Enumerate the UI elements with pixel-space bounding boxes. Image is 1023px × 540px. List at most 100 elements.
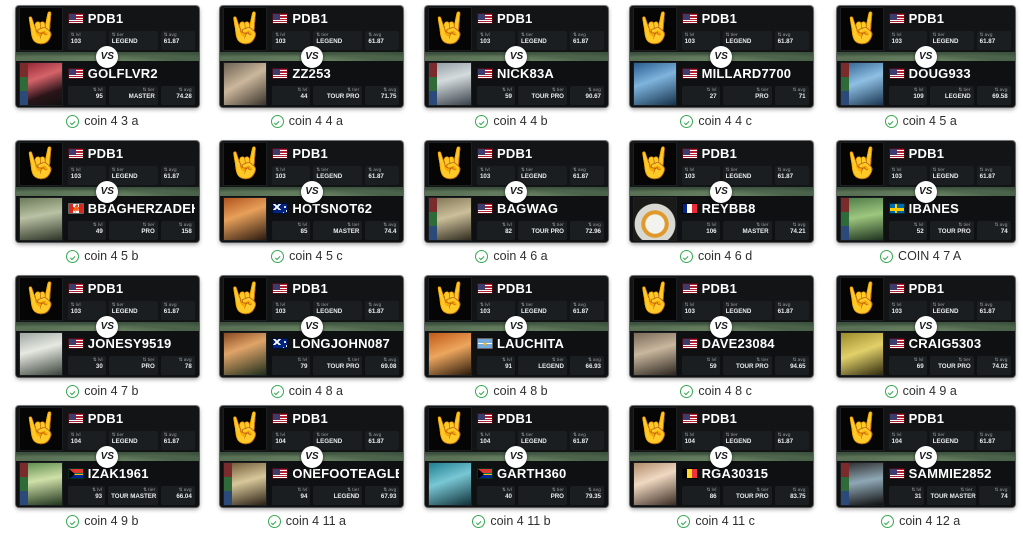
stat-avg-value: 69.58 [992,93,1008,100]
flag-us [681,68,698,79]
stat-avg-value: 83.75 [790,493,806,500]
vs-badge: VS [505,445,528,468]
skull-hand-icon: 🤘 [226,147,265,180]
vs-badge: VS [96,445,119,468]
matchup-cell: 🤘 PDB1 ⇅ lvl 103 ⇅ tier LEGEND ⇅ avg 61.87 DAVE2308… [614,270,819,400]
caption-text: coin 4 5 b [84,249,139,263]
stat-avg: ⇅ avg 90.67 [569,86,604,105]
skull-hand-icon: 🤘 [226,412,265,445]
player-name: PDB1 [908,281,945,296]
matchup-card[interactable]: 🤘 PDB1 ⇅ lvl 104 ⇅ tier LEGEND ⇅ avg 61.87 RGA30315… [629,406,813,507]
player-name: PDB1 [701,146,738,161]
player-name: PDB1 [908,11,945,26]
stat-lvl-value: 103 [684,173,695,180]
stat-lvl-value: 103 [70,38,82,45]
avatar-pdb1: 🤘 [427,277,472,321]
stat-tier-value: LEGEND [725,173,752,180]
check-circle-icon [475,114,489,128]
stat-avg: ⇅ avg 158 [160,221,195,240]
matchup-card[interactable]: 🤘 PDB1 ⇅ lvl 103 ⇅ tier LEGEND ⇅ avg 61.87 LAUCHITA… [424,276,608,377]
avatar-pdb1: 🤘 [427,7,472,51]
stat-tier: ⇅ tier TOUR MASTER [927,486,976,505]
stat-avg-value: 74 [1000,493,1008,500]
player-name: ZZ253 [292,66,331,81]
skull-hand-icon: 🤘 [431,12,469,45]
skull-hand-icon: 🤘 [842,147,881,180]
matchup-card[interactable]: 🤘 PDB1 ⇅ lvl 104 ⇅ tier LEGEND ⇅ avg 61.87 IZAK1961… [15,406,199,507]
stat-tier-value: PRO [755,93,769,100]
player-name: PDB1 [292,11,328,26]
flag-ar [476,338,493,349]
matchup-card[interactable]: 🤘 PDB1 ⇅ lvl 103 ⇅ tier LEGEND ⇅ avg 61.87 NICK83A ⇅… [424,6,608,107]
player-name: DAVE23084 [701,336,775,351]
matchup-cell: 🤘 PDB1 ⇅ lvl 103 ⇅ tier LEGEND ⇅ avg 61.87 IBANES ⇅ l… [818,135,1023,270]
stat-avg-value: 61.87 [163,173,180,180]
player-name: PDB1 [701,11,738,26]
stat-avg-value: 90.67 [585,93,601,100]
matchup-card[interactable]: 🤘 PDB1 ⇅ lvl 103 ⇅ tier LEGEND ⇅ avg 61.87 MILLARD7… [629,6,813,107]
check-circle-icon [475,384,489,398]
caption-text: coin 4 9 a [902,384,957,398]
stat-tier: ⇅ tier LEGEND [929,431,974,450]
caption-text: coin 4 4 a [288,114,343,128]
matchup-card[interactable]: 🤘 PDB1 ⇅ lvl 104 ⇅ tier LEGEND ⇅ avg 61.87 GARTH360… [424,406,608,507]
matchup-card[interactable]: 🤘 PDB1 ⇅ lvl 103 ⇅ tier LEGEND ⇅ avg 61.87 IBANES ⇅ l… [836,141,1015,242]
matchup-card[interactable]: 🤘 PDB1 ⇅ lvl 103 ⇅ tier LEGEND ⇅ avg 61.87 CRAIG530… [836,276,1015,377]
card-caption: coin 4 11 a [267,514,346,528]
stat-lvl-value: 27 [709,93,717,100]
matchup-card[interactable]: 🤘 PDB1 ⇅ lvl 103 ⇅ tier LEGEND ⇅ avg 61.87 BAGWAG ⇅ l… [424,141,608,242]
stat-avg: ⇅ avg 61.87 [160,166,195,185]
stat-avg: ⇅ avg 61.87 [160,301,195,320]
skull-hand-icon: 🤘 [22,282,60,315]
matchup-card[interactable]: 🤘 PDB1 ⇅ lvl 103 ⇅ tier LEGEND ⇅ avg 61.87 🍁 BBAGHER… [15,141,199,242]
flag-us [681,13,698,24]
card-caption: coin 4 6 d [679,249,752,263]
player-panel-bot: IZAK1961 ⇅ lvl 93 ⇅ tier TOUR MASTER ⇅ avg 66.04 [15,461,199,507]
stat-tier: ⇅ tier PRO [108,356,158,375]
check-circle-icon [880,249,894,263]
skull-hand-icon: 🤘 [635,147,674,180]
stat-avg: ⇅ avg 61.87 [774,31,809,50]
stat-tier: ⇅ tier MASTER [313,221,363,240]
stat-tier-value: TOUR PRO [326,363,360,370]
stat-avg-value: 94.65 [790,363,806,370]
matchup-card[interactable]: 🤘 PDB1 ⇅ lvl 103 ⇅ tier LEGEND ⇅ avg 61.87 DAVE2308… [629,276,813,377]
stat-tier: ⇅ tier LEGEND [313,486,363,505]
stat-avg-value: 79.35 [585,493,601,500]
player-name: CRAIG5303 [908,336,982,351]
matchup-card[interactable]: 🤘 PDB1 ⇅ lvl 103 ⇅ tier LEGEND ⇅ avg 61.87 GOLFLVR2… [15,6,199,107]
player-name: BAGWAG [496,201,559,216]
stat-avg: ⇅ avg 74.02 [976,356,1011,375]
stat-avg-value: 61.87 [368,38,384,45]
avatar-opponent [18,62,63,106]
player-name: RGA30315 [701,466,769,481]
caption-text: coin 4 4 c [698,114,752,128]
skull-hand-icon: 🤘 [842,12,881,45]
stat-avg-value: 66.04 [176,493,192,500]
stat-tier: ⇅ tier LEGEND [313,31,363,50]
stat-tier-value: LEGEND [725,438,752,445]
stat-lvl: ⇅ lvl 91 [476,356,515,375]
matchup-card[interactable]: 🤘 PDB1 ⇅ lvl 104 ⇅ tier LEGEND ⇅ avg 61.87 ONEFOOTE… [220,406,404,507]
flag-us [888,148,905,159]
stat-tier: ⇅ tier PRO [722,86,772,105]
matchup-card[interactable]: 🤘 PDB1 ⇅ lvl 103 ⇅ tier LEGEND ⇅ avg 61.87 REYBB8 ⇅ l… [629,141,813,242]
stat-avg: ⇅ avg 61.87 [976,301,1011,320]
matchup-cell: 🤘 PDB1 ⇅ lvl 103 ⇅ tier LEGEND ⇅ avg 61.87 REYBB8 ⇅ l… [614,135,819,270]
matchup-card[interactable]: 🤘 PDB1 ⇅ lvl 103 ⇅ tier LEGEND ⇅ avg 61.87 ZZ253 ⇅ lv… [220,6,404,107]
matchup-card[interactable]: 🤘 PDB1 ⇅ lvl 103 ⇅ tier LEGEND ⇅ avg 61.87 JONESY95… [15,276,199,377]
matchup-card[interactable]: 🤘 PDB1 ⇅ lvl 104 ⇅ tier LEGEND ⇅ avg 61.87 SAMMIE28… [836,406,1015,507]
flag-us [888,283,905,294]
matchup-card[interactable]: 🤘 PDB1 ⇅ lvl 103 ⇅ tier LEGEND ⇅ avg 61.87 DOUG933 ⇅… [836,6,1015,107]
player-panel-bot: 🍁 BBAGHERZADEH ⇅ lvl 49 ⇅ tier PRO ⇅ avg 158 [15,196,199,242]
matchup-card[interactable]: 🤘 PDB1 ⇅ lvl 103 ⇅ tier LEGEND ⇅ avg 61.87 HOTSNOT6… [220,141,404,242]
stat-avg: ⇅ avg 74.28 [160,86,195,105]
stat-tier-value: LEGEND [111,438,138,445]
matchup-card[interactable]: 🤘 PDB1 ⇅ lvl 103 ⇅ tier LEGEND ⇅ avg 61.87 LONGJOHN… [220,276,404,377]
stat-tier: ⇅ tier LEGEND [517,166,567,185]
avatar-pdb1: 🤘 [632,7,677,51]
skull-hand-icon: 🤘 [635,282,674,315]
stat-avg: ⇅ avg 78 [160,356,195,375]
badge-strip [840,198,849,240]
sort-arrow-icon: ⇅ [994,487,999,492]
